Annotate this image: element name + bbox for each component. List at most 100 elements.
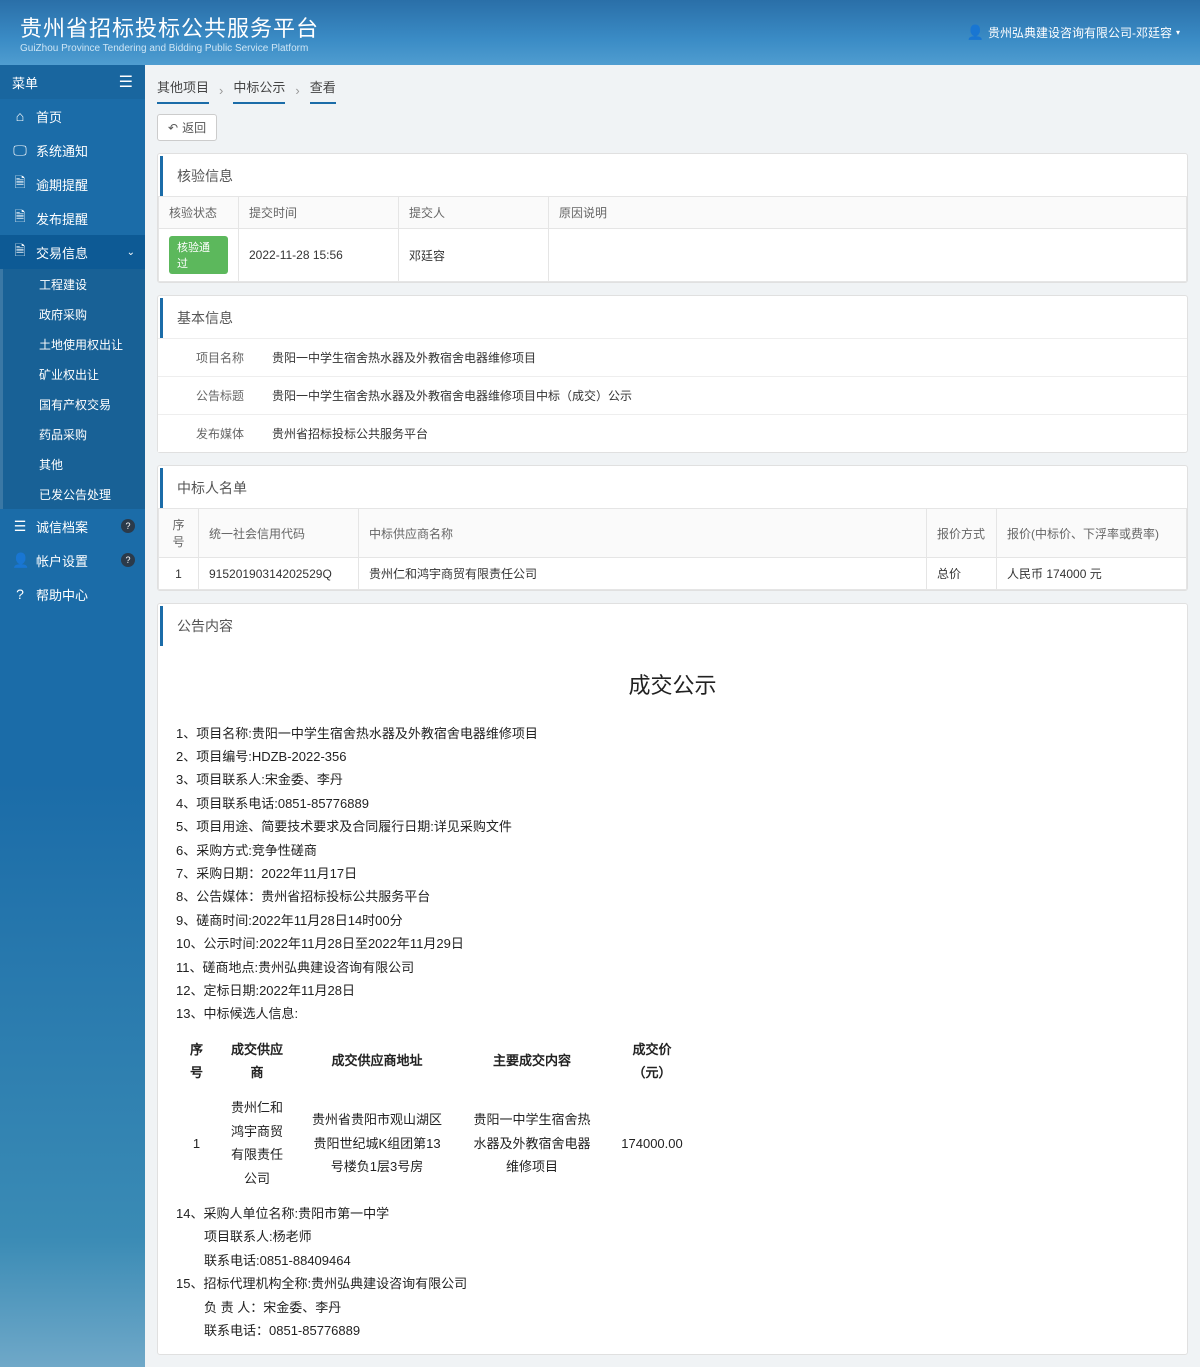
crumb: 查看	[310, 77, 336, 104]
result-table: 序号 成交供应商 成交供应商地址 主要成交内容 成交价（元） 1 贵州仁和鸿宇商…	[176, 1032, 697, 1196]
sidebar-item-label: 首页	[36, 107, 62, 126]
sidebar-item-overdue[interactable]: 🗎 逾期提醒	[0, 167, 145, 201]
sidebar-item-label: 诚信档案	[36, 517, 88, 536]
notice-line: 11、磋商地点:贵州弘典建设咨询有限公司	[176, 956, 1169, 979]
sidebar-item-label: 交易信息	[36, 243, 88, 262]
user-icon: 👤	[12, 552, 28, 569]
sidebar-item-credit[interactable]: ☰ 诚信档案 ?	[0, 509, 145, 543]
panel-title: 基本信息	[160, 298, 1187, 338]
sidebar-item-home[interactable]: ⌂ 首页	[0, 99, 145, 133]
col-time: 提交时间	[239, 197, 399, 229]
sidebar-sub-land[interactable]: 土地使用权出让	[0, 329, 145, 359]
sidebar-item-label: 系统通知	[36, 141, 88, 160]
help-icon: ?	[12, 586, 28, 602]
table-row: 1 贵州仁和鸿宇商贸有限责任公司 贵州省贵阳市观山湖区贵阳世纪城K组团第13号楼…	[176, 1090, 697, 1196]
col-name: 中标供应商名称	[359, 509, 927, 558]
cell-name: 贵州仁和鸿宇商贸有限责任公司	[359, 558, 927, 590]
sidebar-sub-state[interactable]: 国有产权交易	[0, 389, 145, 419]
info-value: 贵阳一中学生宿舍热水器及外教宿舍电器维修项目	[258, 339, 1187, 376]
info-label: 项目名称	[158, 339, 258, 376]
sidebar-item-label: 逾期提醒	[36, 175, 88, 194]
sidebar-sub-other[interactable]: 其他	[0, 449, 145, 479]
sidebar-sub-published[interactable]: 已发公告处理	[0, 479, 145, 509]
user-menu[interactable]: 👤 贵州弘典建设咨询有限公司-邓廷容 ▾	[967, 24, 1180, 41]
notice-line: 13、中标候选人信息:	[176, 1002, 1169, 1025]
notice-line: 10、公示时间:2022年11月28日至2022年11月29日	[176, 932, 1169, 955]
cell-method: 总价	[927, 558, 997, 590]
cell-amount: 174000.00	[607, 1090, 697, 1196]
app-header: 贵州省招标投标公共服务平台 GuiZhou Province Tendering…	[0, 0, 1200, 65]
cell-address: 贵州省贵阳市观山湖区贵阳世纪城K组团第13号楼负1层3号房	[297, 1090, 457, 1196]
user-name: 贵州弘典建设咨询有限公司-邓廷容	[988, 24, 1172, 41]
notice-line: 3、项目联系人:宋金委、李丹	[176, 768, 1169, 791]
notice-line: 项目联系人:杨老师	[176, 1225, 1169, 1248]
col-content: 主要成交内容	[457, 1032, 607, 1091]
notice-line: 联系电话：0851-85776889	[176, 1319, 1169, 1342]
home-icon: ⌂	[12, 108, 28, 124]
sidebar-item-notifications[interactable]: 🖵 系统通知	[0, 133, 145, 167]
sidebar-item-publish[interactable]: 🗎 发布提醒	[0, 201, 145, 235]
basic-panel: 基本信息 项目名称 贵阳一中学生宿舍热水器及外教宿舍电器维修项目 公告标题 贵阳…	[157, 295, 1188, 453]
col-status: 核验状态	[159, 197, 239, 229]
verify-table: 核验状态 提交时间 提交人 原因说明 核验通过 2022-11-28 15:56…	[158, 196, 1187, 282]
sidebar-item-trade[interactable]: 🗎 交易信息 ⌄	[0, 235, 145, 269]
notice-line: 12、定标日期:2022年11月28日	[176, 979, 1169, 1002]
menu-label: 菜单	[12, 73, 38, 92]
sidebar-item-account[interactable]: 👤 帐户设置 ?	[0, 543, 145, 577]
caret-down-icon: ▾	[1176, 28, 1180, 37]
panel-title: 公告内容	[160, 606, 1187, 646]
info-row: 项目名称 贵阳一中学生宿舍热水器及外教宿舍电器维修项目	[158, 338, 1187, 376]
monitor-icon: 🖵	[12, 142, 28, 159]
cell-reason	[549, 229, 1187, 282]
sidebar-item-help[interactable]: ? 帮助中心	[0, 577, 145, 611]
col-submitter: 提交人	[399, 197, 549, 229]
sidebar-sub-engineering[interactable]: 工程建设	[0, 269, 145, 299]
breadcrumb: 其他项目 › 中标公示 › 查看	[157, 77, 1188, 104]
cell-time: 2022-11-28 15:56	[239, 229, 399, 282]
table-header-row: 序号 统一社会信用代码 中标供应商名称 报价方式 报价(中标价、下浮率或费率)	[159, 509, 1187, 558]
sidebar-item-label: 帐户设置	[36, 551, 88, 570]
cell-supplier: 贵州仁和鸿宇商贸有限责任公司	[217, 1090, 297, 1196]
table-row: 核验通过 2022-11-28 15:56 邓廷容	[159, 229, 1187, 282]
back-button[interactable]: ↶ 返回	[157, 114, 217, 141]
menu-toggle-icon[interactable]: ☰	[119, 72, 133, 92]
notice-line: 5、项目用途、简要技术要求及合同履行日期:详见采购文件	[176, 815, 1169, 838]
back-icon: ↶	[168, 121, 178, 135]
sidebar-sub-drugs[interactable]: 药品采购	[0, 419, 145, 449]
list-icon: ☰	[12, 518, 28, 535]
crumb[interactable]: 中标公示	[233, 77, 285, 104]
col-method: 报价方式	[927, 509, 997, 558]
sidebar-sub-gov[interactable]: 政府采购	[0, 299, 145, 329]
notice-line: 负 责 人：宋金委、李丹	[176, 1296, 1169, 1319]
col-supplier: 成交供应商	[217, 1032, 297, 1091]
notice-line: 8、公告媒体：贵州省招标投标公共服务平台	[176, 885, 1169, 908]
notice-line: 1、项目名称:贵阳一中学生宿舍热水器及外教宿舍电器维修项目	[176, 722, 1169, 745]
notice-line: 9、磋商时间:2022年11月28日14时00分	[176, 909, 1169, 932]
sidebar-item-label: 帮助中心	[36, 585, 88, 604]
crumb[interactable]: 其他项目	[157, 77, 209, 104]
doc-icon: 🗎	[12, 206, 28, 230]
back-label: 返回	[182, 119, 206, 136]
notice-doc-title: 成交公示	[176, 666, 1169, 706]
col-no: 序号	[176, 1032, 217, 1091]
sidebar-header: 菜单 ☰	[0, 65, 145, 99]
chevron-right-icon: ›	[219, 83, 223, 98]
notice-line: 2、项目编号:HDZB-2022-356	[176, 745, 1169, 768]
col-code: 统一社会信用代码	[199, 509, 359, 558]
notice-line: 6、采购方式:竞争性磋商	[176, 839, 1169, 862]
col-address: 成交供应商地址	[297, 1032, 457, 1091]
cell-price: 人民币 174000 元	[997, 558, 1187, 590]
cell-no: 1	[159, 558, 199, 590]
info-label: 发布媒体	[158, 415, 258, 452]
help-badge-icon: ?	[121, 553, 135, 567]
info-row: 公告标题 贵阳一中学生宿舍热水器及外教宿舍电器维修项目中标（成交）公示	[158, 376, 1187, 414]
cell-code: 91520190314202529Q	[199, 558, 359, 590]
info-value: 贵州省招标投标公共服务平台	[258, 415, 1187, 452]
sidebar-sub-mining[interactable]: 矿业权出让	[0, 359, 145, 389]
col-amount: 成交价（元）	[607, 1032, 697, 1091]
col-price: 报价(中标价、下浮率或费率)	[997, 509, 1187, 558]
chevron-down-icon: ⌄	[127, 247, 135, 258]
app-title: 贵州省招标投标公共服务平台 GuiZhou Province Tendering…	[20, 11, 319, 54]
sidebar-submenu: 工程建设 政府采购 土地使用权出让 矿业权出让 国有产权交易 药品采购 其他 已…	[0, 269, 145, 509]
app-title-en: GuiZhou Province Tendering and Bidding P…	[20, 43, 319, 54]
